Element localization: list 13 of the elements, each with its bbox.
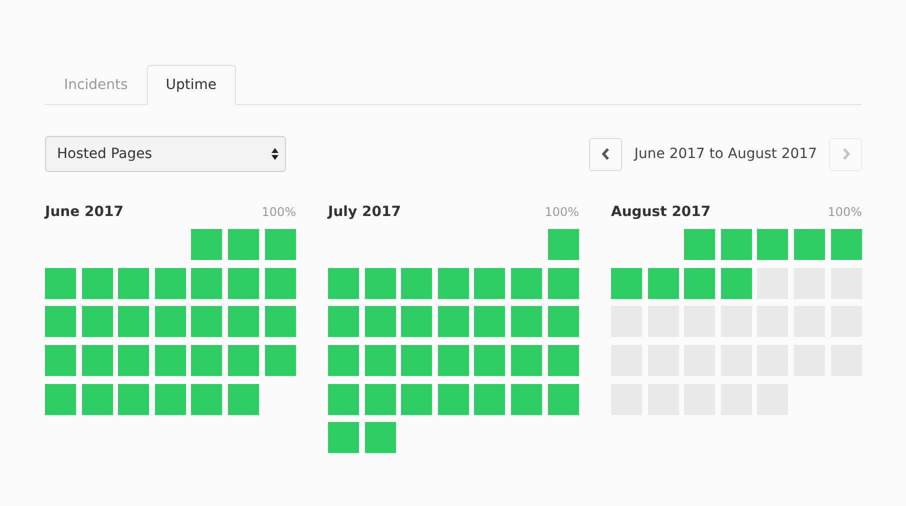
- chevron-left-icon: [600, 147, 611, 161]
- uptime-percentage: 100%: [544, 205, 579, 219]
- month-title: July 2017: [328, 204, 401, 220]
- date-range: June 2017 to August 2017: [634, 146, 817, 162]
- uptime-percentage: 100%: [828, 205, 862, 219]
- month-title: August 2017: [611, 204, 711, 220]
- uptime-percentage: 100%: [262, 205, 296, 219]
- component-select[interactable]: Hosted Pages: [45, 136, 286, 172]
- sort-caret-icon: [271, 147, 279, 161]
- tab[interactable]: Uptime: [146, 65, 236, 105]
- month-title: June 2017: [45, 204, 124, 220]
- previous-button[interactable]: [589, 138, 622, 170]
- chevron-right-icon: [840, 147, 850, 161]
